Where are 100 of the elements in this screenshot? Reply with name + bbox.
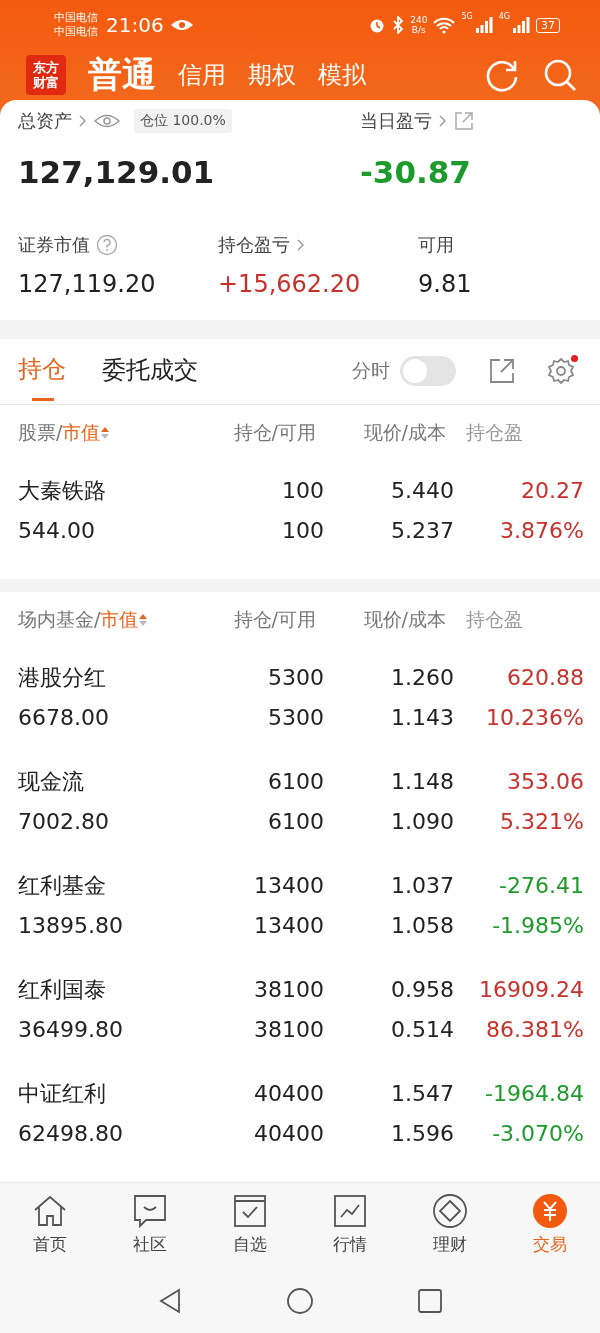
table-cell-text: 7002.80 bbox=[18, 809, 110, 835]
table-cell-text: -1.985% bbox=[491, 913, 584, 939]
network-type: 4G bbox=[498, 12, 510, 21]
table-cell-text: 38100 bbox=[253, 977, 324, 1003]
column-header: 持仓/可用 bbox=[232, 419, 316, 445]
table-cell-text: 544.00 bbox=[18, 518, 96, 544]
security-name[interactable]: 大秦铁路 bbox=[18, 475, 204, 506]
table-cell-text: 20.27 bbox=[520, 478, 584, 504]
table-cell-text: 5.321% bbox=[499, 809, 584, 835]
table-cell-text: -3.070% bbox=[491, 1121, 584, 1147]
wifi-icon bbox=[433, 16, 456, 34]
table-cell-text: 5300 bbox=[267, 665, 324, 691]
toggle-label: 分时 bbox=[352, 358, 390, 384]
eye-icon bbox=[169, 18, 194, 32]
table-cell-text: 6678.00 bbox=[18, 705, 110, 731]
carrier-name: 中国电信 bbox=[54, 25, 98, 39]
table-cell-text: 13400 bbox=[253, 873, 324, 899]
stat-label[interactable]: 持仓盈亏 bbox=[218, 233, 290, 257]
eye-icon[interactable] bbox=[94, 113, 120, 129]
table-cell-text: 3.876% bbox=[499, 518, 584, 544]
column-header: 现价/成本 bbox=[362, 419, 446, 445]
checkbox-icon bbox=[232, 1192, 268, 1229]
security-name[interactable]: 红利基金 bbox=[18, 870, 204, 901]
table-cell-text: 0.958 bbox=[390, 977, 454, 1003]
chevron-icon bbox=[296, 238, 306, 252]
table-cell-text: 6100 bbox=[267, 809, 324, 835]
table-cell-text: 1.058 bbox=[390, 913, 454, 939]
table-cell-text: 1.596 bbox=[390, 1121, 454, 1147]
table-cell-text: 62498.80 bbox=[18, 1121, 124, 1147]
column-header: 现价/成本 bbox=[362, 606, 446, 632]
security-name[interactable]: 港股分红 bbox=[18, 662, 204, 693]
table-cell-text: 353.06 bbox=[506, 769, 584, 795]
security-name[interactable]: 现金流 bbox=[18, 766, 204, 797]
position-tab[interactable]: 委托成交 bbox=[102, 340, 198, 403]
daily-pnl-value: -30.87 bbox=[360, 154, 472, 190]
table-cell-text: 13400 bbox=[253, 913, 324, 939]
nav-tab[interactable]: 社区 bbox=[100, 1186, 200, 1270]
table-cell-text: 40400 bbox=[253, 1121, 324, 1147]
network-speed: 240 bbox=[410, 15, 428, 25]
table-cell-text: 0.514 bbox=[390, 1017, 454, 1043]
column-header: 持仓盈 bbox=[466, 419, 524, 445]
column-header: 股票/ bbox=[18, 419, 63, 445]
search-icon[interactable] bbox=[542, 57, 578, 93]
table-cell-text: 38100 bbox=[253, 1017, 324, 1043]
table-cell-text: 86.381% bbox=[485, 1017, 584, 1043]
table-cell-text: 10.236% bbox=[485, 705, 584, 731]
chart-icon bbox=[332, 1192, 368, 1229]
table-cell-text: 100 bbox=[281, 518, 324, 544]
table-cell-text: 36499.80 bbox=[18, 1017, 124, 1043]
chat-icon bbox=[132, 1192, 168, 1229]
bluetooth-icon bbox=[392, 16, 405, 34]
column-header: 场内基金/ bbox=[18, 606, 101, 632]
chevron-icon bbox=[438, 114, 448, 128]
security-name[interactable]: 红利国泰 bbox=[18, 974, 204, 1005]
table-cell-text: 1.037 bbox=[390, 873, 454, 899]
stat-label: 可用 bbox=[418, 233, 454, 257]
stat-label: 证券市值 bbox=[18, 233, 90, 257]
settings-icon[interactable] bbox=[546, 356, 576, 387]
table-cell-text: 1.547 bbox=[390, 1081, 454, 1107]
daily-pnl-label[interactable]: 当日盈亏 bbox=[360, 109, 432, 133]
table-cell-text: 5.440 bbox=[390, 478, 454, 504]
nav-tab[interactable]: 首页 bbox=[0, 1186, 100, 1270]
table-cell-text: 5300 bbox=[267, 705, 324, 731]
position-ratio-badge: 仓位 100.0% bbox=[134, 109, 232, 133]
share-icon[interactable] bbox=[454, 111, 474, 131]
table-cell-text: -1964.84 bbox=[484, 1081, 584, 1107]
speed-unit: B/s bbox=[411, 25, 426, 35]
nav-tab[interactable]: 自选 bbox=[200, 1186, 300, 1270]
table-cell-text: 100 bbox=[281, 478, 324, 504]
table-cell-text: 16909.24 bbox=[478, 977, 584, 1003]
signal-icon bbox=[512, 16, 530, 34]
column-header: 持仓盈 bbox=[466, 606, 524, 632]
chevron-icon bbox=[78, 114, 88, 128]
table-cell-text: 40400 bbox=[253, 1081, 324, 1107]
table-cell-text: 620.88 bbox=[506, 665, 584, 691]
table-cell-text: 6100 bbox=[267, 769, 324, 795]
battery-level: 37 bbox=[536, 17, 560, 33]
table-cell-text: 13895.80 bbox=[18, 913, 124, 939]
share-icon[interactable] bbox=[488, 357, 516, 386]
signal-icon bbox=[474, 16, 493, 34]
column-header: 持仓/可用 bbox=[232, 606, 316, 632]
help-icon[interactable] bbox=[96, 234, 118, 256]
total-assets-label[interactable]: 总资产 bbox=[18, 109, 72, 133]
table-cell-text: 1.143 bbox=[390, 705, 454, 731]
table-cell-text: 1.148 bbox=[390, 769, 454, 795]
total-assets-value: 127,129.01 bbox=[18, 154, 216, 190]
stat-value: 9.81 bbox=[418, 270, 472, 298]
carrier-name: 中国电信 bbox=[54, 11, 98, 25]
table-cell-text: 5.237 bbox=[390, 518, 454, 544]
home-icon[interactable] bbox=[285, 1286, 315, 1317]
table-cell-text: -276.41 bbox=[498, 873, 584, 899]
app-logo: 东方 财富 bbox=[26, 55, 66, 95]
nav-tab[interactable]: 行情 bbox=[300, 1186, 400, 1270]
table-cell-text: 1.090 bbox=[390, 809, 454, 835]
security-name[interactable]: 中证红利 bbox=[18, 1078, 204, 1109]
table-cell-text: 1.260 bbox=[390, 665, 454, 691]
yuan-icon bbox=[532, 1192, 568, 1229]
stat-value: 127,119.20 bbox=[18, 270, 157, 298]
intraday-toggle[interactable] bbox=[400, 356, 456, 387]
nav-tab[interactable]: 理财 bbox=[400, 1186, 500, 1270]
